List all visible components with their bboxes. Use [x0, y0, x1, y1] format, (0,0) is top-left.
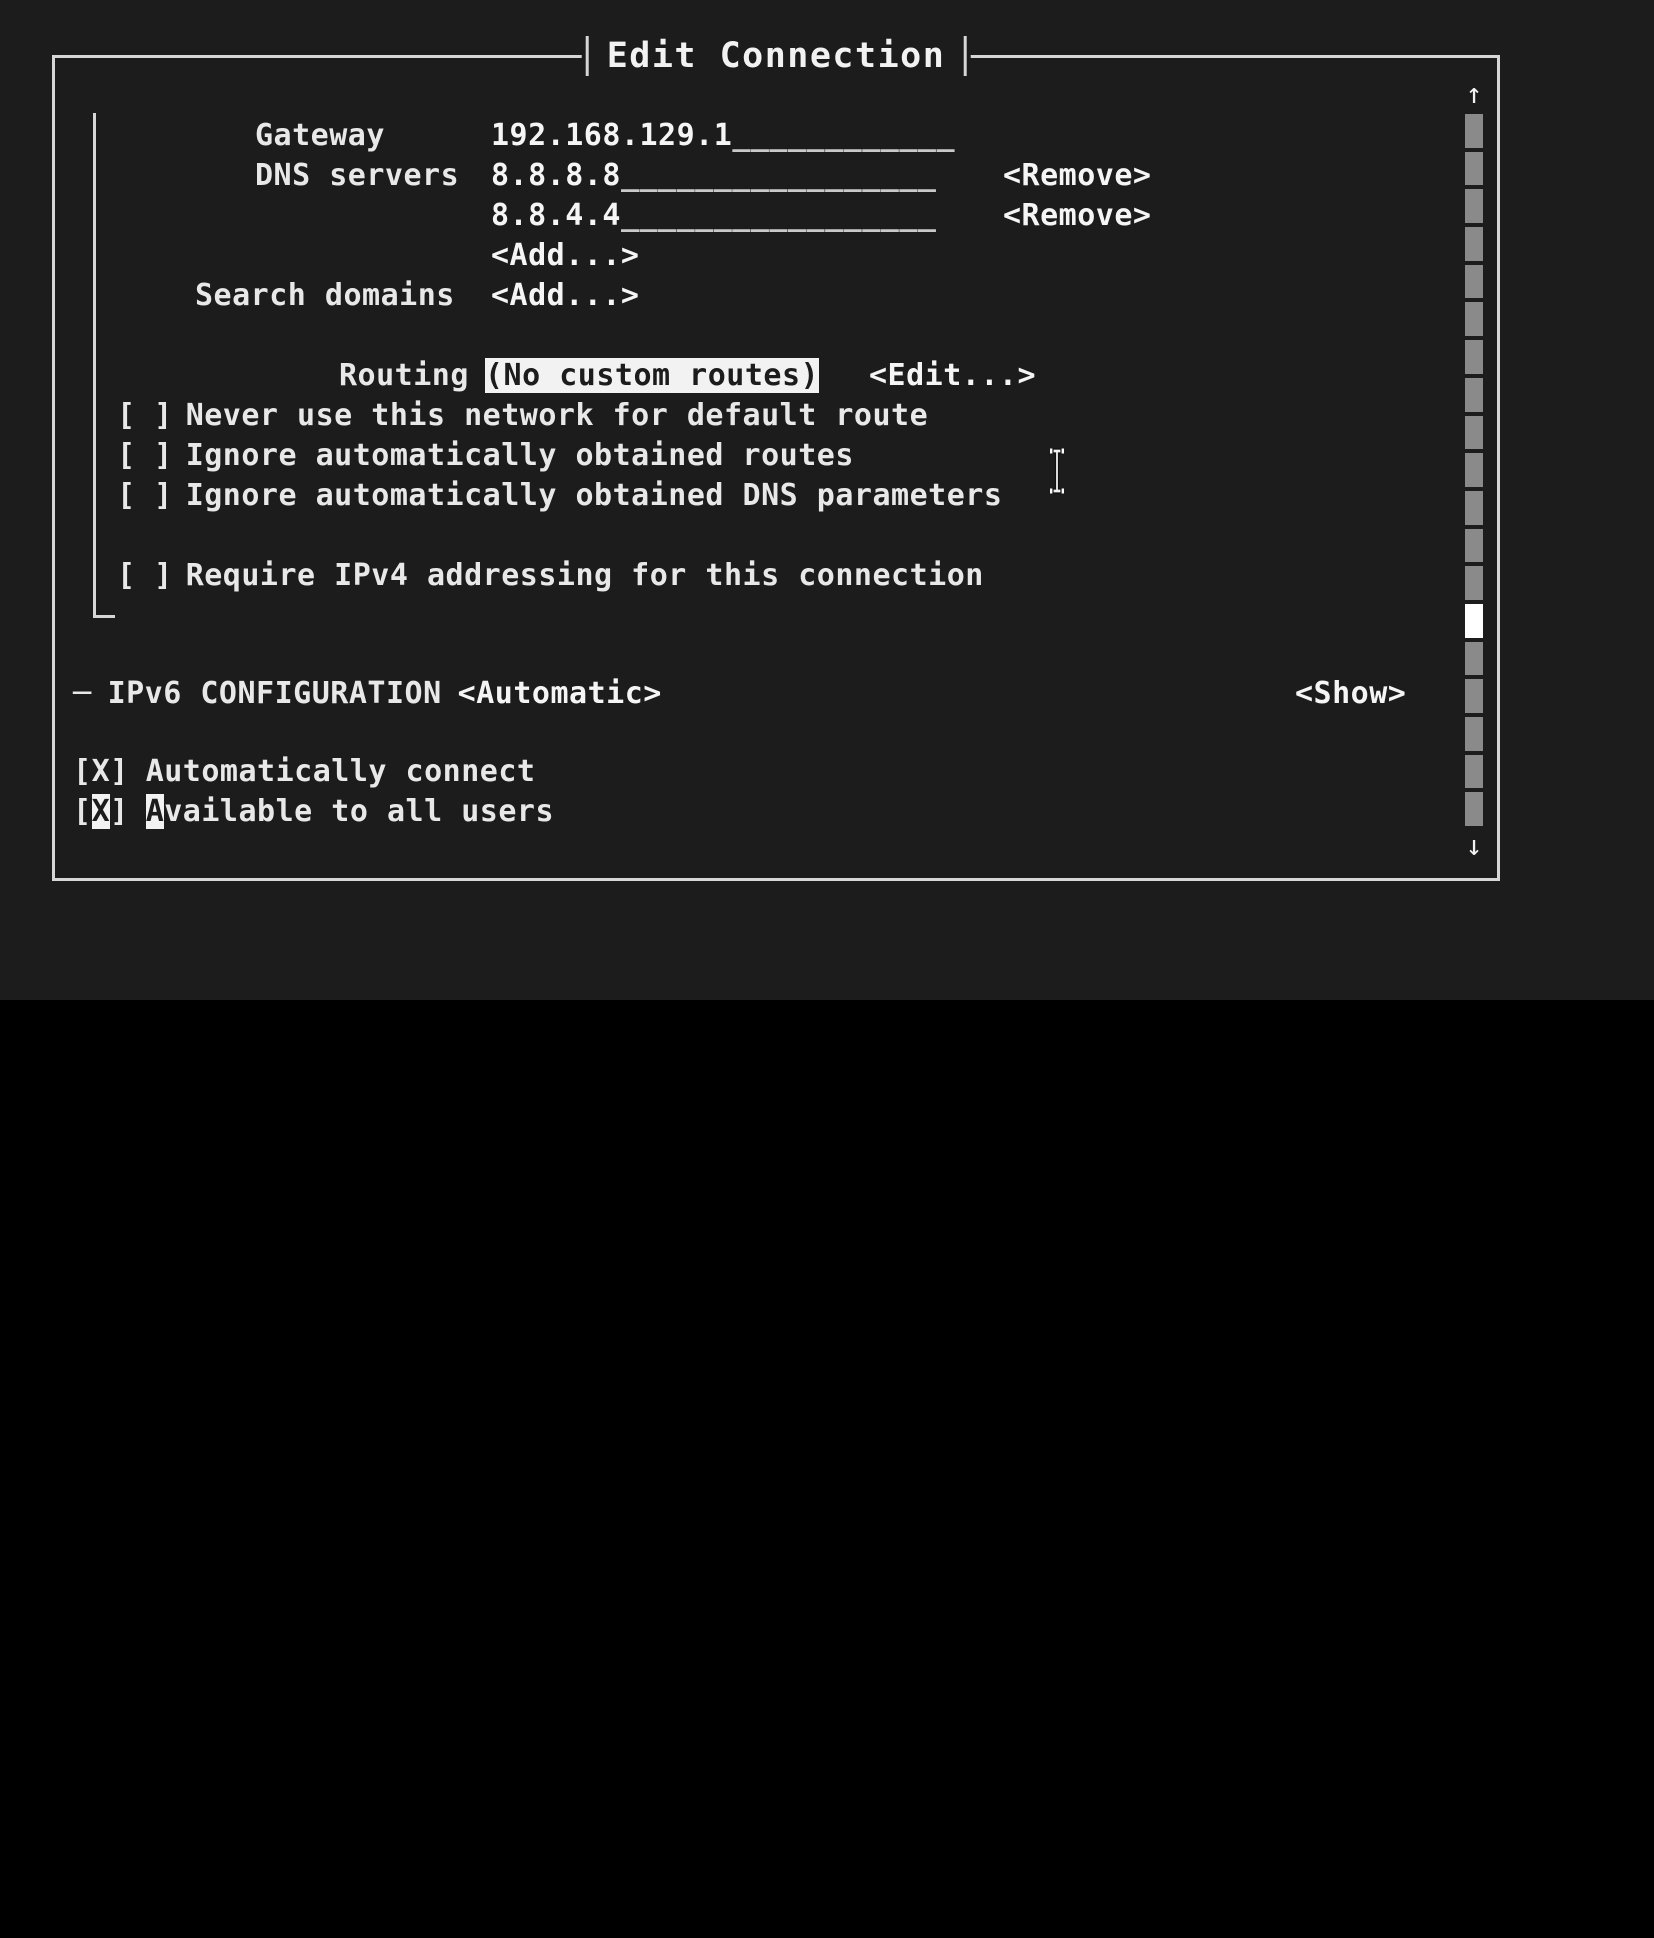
checkbox-bracket-open: [ [73, 794, 92, 829]
scrollbar-track-cell[interactable] [1465, 340, 1483, 374]
checkbox-label: Require IPv4 addressing for this connect… [185, 558, 984, 593]
checkbox-ignore-routes[interactable]: [ ] Ignore automatically obtained routes [117, 436, 854, 476]
dialog-content: Gateway 192.168.129.1____________ DNS se… [55, 58, 1497, 878]
dns-remove-label-0: <Remove> [1003, 158, 1152, 193]
search-domains-label: Search domains [195, 278, 455, 313]
checkbox-mark: [ ] [117, 438, 173, 473]
scrollbar-track-cell[interactable] [1465, 227, 1483, 261]
scrollbar-track-cell[interactable] [1465, 566, 1483, 600]
gateway-row: Gateway [255, 116, 385, 156]
gateway-label: Gateway [255, 118, 385, 153]
dns-server-fill-0: _________________ [620, 158, 937, 193]
ipv6-show-label: <Show> [1295, 676, 1407, 711]
checkbox-mark: [ ] [117, 398, 173, 433]
ipv6-show-button[interactable]: <Show> [1295, 674, 1406, 714]
checkbox-automatically-connect[interactable]: [X] Automatically connect [73, 752, 535, 792]
edit-connection-dialog: Edit Connection Gateway 192.168.129.1___… [52, 33, 1500, 881]
search-domains-add-button[interactable]: <Add...> [491, 276, 640, 316]
gateway-field[interactable]: 192.168.129.1____________ [491, 116, 955, 156]
checkbox-bracket-close: ] [110, 754, 129, 789]
ipv4-group-bracket [93, 113, 115, 618]
checkbox-label: Ignore automatically obtained routes [185, 438, 854, 473]
routing-value: (No custom routes) [485, 358, 820, 393]
routing-edit-button[interactable]: <Edit...> [869, 356, 1036, 396]
checkbox-label-rest: vailable to all users [164, 794, 555, 829]
scroll-up-arrow-icon[interactable]: ↑ [1461, 80, 1487, 108]
checkbox-ignore-dns[interactable]: [ ] Ignore automatically obtained DNS par… [117, 476, 1002, 516]
checkbox-label: Available to all users [145, 794, 555, 829]
routing-edit-label: <Edit...> [869, 358, 1037, 393]
scrollbar-track-cell[interactable] [1465, 528, 1483, 563]
dns-server-remove-button-0[interactable]: <Remove> [1003, 156, 1152, 196]
dns-server-value-1: 8.8.4.4 [491, 198, 621, 233]
ipv6-section-header[interactable]: ─ IPv6 CONFIGURATION <Automatic> [73, 674, 662, 714]
scrollbar-track-cell[interactable] [1465, 415, 1483, 450]
dns-server-fill-1: _________________ [620, 198, 937, 233]
checkbox-bracket-open: [ [73, 754, 92, 789]
dns-server-field-0[interactable]: 8.8.8.8_________________ [491, 156, 936, 196]
dns-server-remove-button-1[interactable]: <Remove> [1003, 196, 1152, 236]
search-domains-add-label: <Add...> [491, 278, 640, 313]
gateway-value: 192.168.129.1 [491, 118, 733, 153]
checkbox-label: Automatically connect [145, 754, 536, 789]
checkbox-label: Never use this network for default route [185, 398, 929, 433]
focus-char: A [145, 794, 165, 829]
dns-add-label: <Add...> [491, 238, 640, 273]
dns-server-field-1[interactable]: 8.8.4.4_________________ [491, 196, 936, 236]
collapse-marker-icon: ─ [73, 676, 92, 711]
scrollbar-track-cell[interactable] [1465, 114, 1483, 148]
vertical-scrollbar[interactable]: ↑ ↓ [1461, 80, 1487, 860]
scrollbar-track[interactable] [1465, 114, 1483, 827]
checkbox-mark: [ ] [117, 478, 173, 513]
dns-servers-label-row: DNS servers [255, 156, 459, 196]
scroll-down-arrow-icon[interactable]: ↓ [1461, 832, 1487, 860]
checkbox-mark: [ ] [117, 558, 173, 593]
scrollbar-track-cell[interactable] [1465, 490, 1483, 525]
dns-server-add-button[interactable]: <Add...> [491, 236, 640, 276]
checkbox-require-ipv4[interactable]: [ ] Require IPv4 addressing for this conn… [117, 556, 984, 596]
checkbox-label: Ignore automatically obtained DNS parame… [185, 478, 1003, 513]
checkbox-available-to-all-users[interactable]: [X] Available to all users [73, 792, 554, 832]
checkbox-never-default-route[interactable]: [ ] Never use this network for default ro… [117, 396, 928, 436]
scrollbar-track-cell[interactable] [1465, 641, 1483, 676]
dns-remove-label-1: <Remove> [1003, 198, 1152, 233]
scrollbar-track-cell[interactable] [1465, 792, 1483, 827]
scrollbar-track-cell[interactable] [1465, 717, 1483, 751]
dns-servers-label: DNS servers [255, 158, 460, 193]
checkbox-mark: X [91, 794, 111, 829]
scrollbar-track-cell[interactable] [1465, 189, 1483, 224]
search-domains-label-row: Search domains [195, 276, 455, 316]
terminal-screen: Edit Connection Gateway 192.168.129.1___… [0, 0, 1654, 1000]
scrollbar-thumb[interactable] [1465, 603, 1483, 638]
checkbox-mark: X [91, 754, 111, 789]
scrollbar-track-cell[interactable] [1465, 302, 1483, 337]
ipv6-section-title: IPv6 CONFIGURATION [107, 676, 442, 711]
checkbox-bracket-close: ] [110, 794, 129, 829]
gateway-fill: ____________ [732, 118, 956, 153]
routing-value-field[interactable]: (No custom routes) [485, 356, 820, 396]
routing-label: Routing [339, 358, 469, 393]
scrollbar-track-cell[interactable] [1465, 151, 1483, 186]
scrollbar-track-cell[interactable] [1465, 377, 1483, 412]
routing-label-row: Routing [339, 356, 469, 396]
dns-server-value-0: 8.8.8.8 [491, 158, 621, 193]
scrollbar-track-cell[interactable] [1465, 453, 1483, 487]
ipv6-mode-selector[interactable]: <Automatic> [458, 676, 662, 711]
scrollbar-track-cell[interactable] [1465, 679, 1483, 713]
scrollbar-track-cell[interactable] [1465, 754, 1483, 789]
scrollbar-track-cell[interactable] [1465, 264, 1483, 299]
